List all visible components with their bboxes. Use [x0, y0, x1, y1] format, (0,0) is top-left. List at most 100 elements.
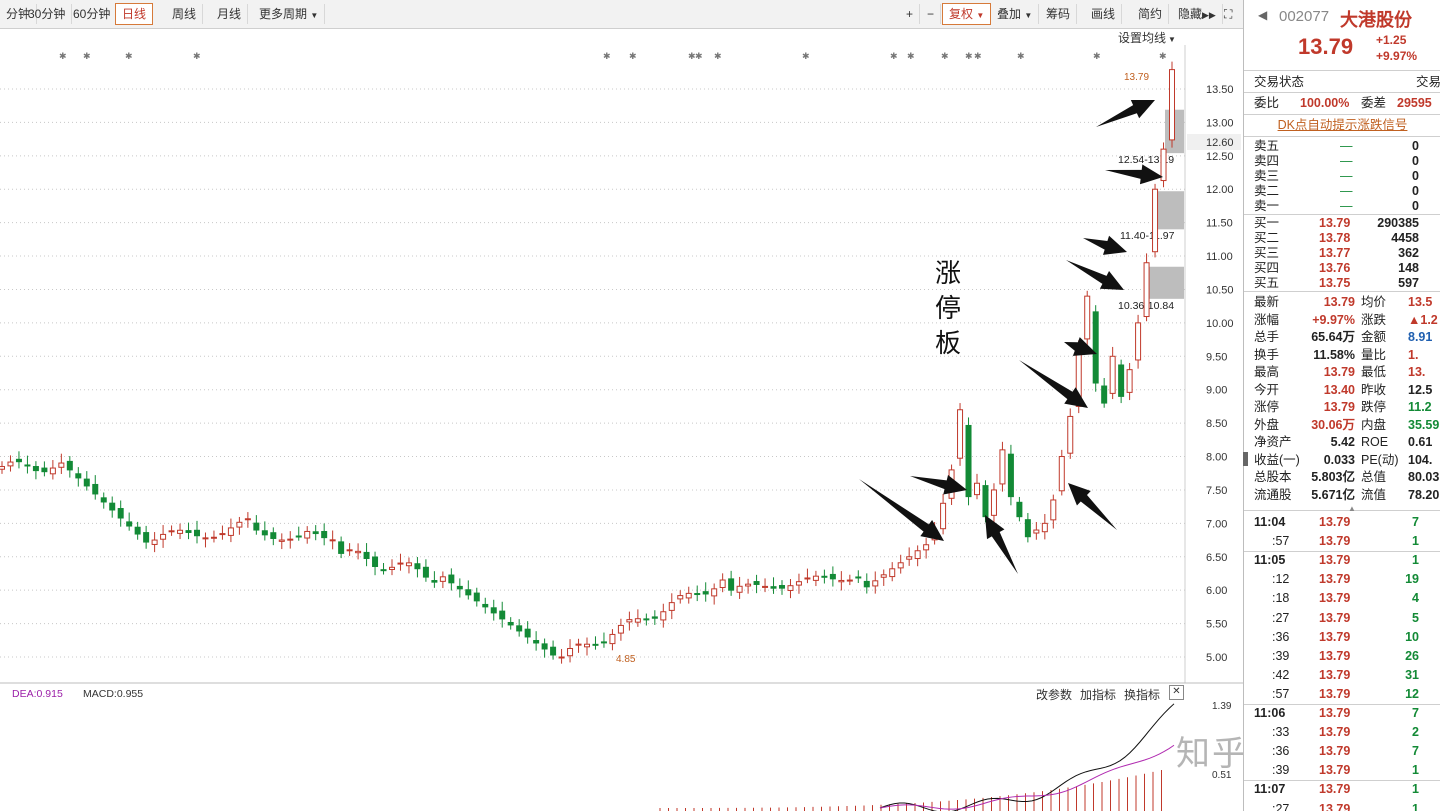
period-30min-button[interactable]: 30分钟 — [22, 4, 73, 24]
more-periods-label: 更多周期 — [259, 7, 308, 21]
event-marker: ✱ — [629, 51, 637, 61]
tick-time: :39 — [1272, 763, 1290, 778]
period-monthly-button[interactable]: 月线 — [211, 4, 249, 24]
ma-settings-button[interactable]: 设置均线 — [1118, 31, 1166, 45]
zoom-in-button[interactable]: + — [900, 4, 921, 24]
annotation-arrow — [1096, 100, 1155, 127]
order-book-volume: 4458 — [1391, 231, 1419, 245]
price-axis-tick: 13.00 — [1206, 117, 1234, 129]
chips-button[interactable]: 筹码 — [1040, 4, 1078, 24]
draw-line-button[interactable]: 画线 — [1085, 4, 1123, 24]
candle-body — [507, 621, 514, 626]
fullscreen-icon[interactable]: ⛶ — [1218, 4, 1238, 24]
event-marker: ✱ — [1017, 51, 1025, 61]
candle-body — [7, 461, 14, 467]
stat-label: 量比 — [1361, 347, 1387, 362]
order-book-volume: 0 — [1412, 154, 1419, 168]
stat-row: 总股本 5.803亿 总值 80.03 — [1244, 469, 1440, 486]
hide-panel-button[interactable]: 隐藏▶▶ — [1172, 4, 1223, 24]
candle-body — [957, 409, 964, 459]
event-marker: ✱ — [714, 51, 722, 61]
candle-body — [575, 643, 582, 646]
candle-body — [668, 602, 675, 611]
switch-indicator-button[interactable]: 换指标 — [1124, 686, 1160, 703]
tick-volume: 1 — [1412, 534, 1419, 549]
candle-body — [270, 532, 277, 539]
candle-body — [923, 544, 930, 551]
candle-body — [1058, 456, 1065, 492]
dk-signal-link[interactable]: DK点自动提示涨跌信号 — [1244, 117, 1440, 134]
candle-body — [338, 541, 345, 554]
order-book-label: 买五 — [1254, 276, 1280, 290]
candle-body — [1092, 311, 1099, 384]
overlay-dropdown[interactable]: 叠加 ▼ — [991, 4, 1040, 24]
candle-body — [541, 643, 548, 650]
stat-label: 流值 — [1361, 487, 1387, 502]
candle-body — [702, 591, 709, 595]
back-arrow-icon[interactable]: ◀ — [1258, 8, 1267, 22]
candle-body — [143, 532, 150, 543]
indicator-axis-mid: 0.51 — [1212, 770, 1232, 781]
candle-body — [58, 462, 65, 468]
candle-body — [1016, 501, 1023, 518]
candle-body — [1033, 529, 1040, 534]
close-icon[interactable]: ✕ — [1169, 685, 1184, 700]
stat-value: 65.64万 — [1311, 330, 1355, 344]
adjust-dropdown[interactable]: 复权 ▼ — [942, 3, 992, 25]
price-axis-tick: 10.00 — [1206, 318, 1234, 330]
candle-body — [804, 577, 811, 580]
high-price-label: 13.79 — [1124, 72, 1149, 83]
period-daily-button[interactable]: 日线 — [115, 3, 154, 25]
period-60min-button[interactable]: 60分钟 — [67, 4, 118, 24]
tick-price: 13.79 — [1319, 763, 1351, 778]
stat-label: 收益(一) — [1254, 452, 1300, 467]
candle-body — [872, 580, 879, 587]
zoom-out-button[interactable]: − — [921, 4, 942, 24]
candle-body — [363, 551, 370, 559]
stat-value: 35.59 — [1408, 417, 1440, 432]
edit-params-button[interactable]: 改参数 — [1036, 686, 1072, 703]
candle-body — [762, 585, 769, 588]
stat-label: 最新 — [1254, 295, 1280, 309]
simple-mode-button[interactable]: 简约 — [1132, 4, 1170, 24]
candle-body — [533, 640, 540, 644]
price-axis-tick: 8.00 — [1206, 452, 1227, 464]
tick-row: :57 13.79 1 — [1244, 533, 1440, 550]
candle-body — [1152, 188, 1159, 253]
tick-price: 13.79 — [1319, 648, 1351, 663]
weibi-row: 委比 100.00% 委差 29595 — [1244, 95, 1440, 112]
stat-label: 最低 — [1361, 365, 1387, 379]
divider — [1244, 92, 1440, 93]
candle-body — [567, 647, 574, 657]
price-axis-tick: 10.50 — [1206, 284, 1234, 296]
price-axis-tick: 13.50 — [1206, 84, 1234, 96]
tick-time: :39 — [1272, 648, 1290, 663]
order-book-label: 买三 — [1254, 246, 1280, 260]
tick-price: 13.79 — [1319, 553, 1351, 568]
order-book-price: — — [1340, 169, 1353, 183]
annotation-char-3: 板 — [935, 328, 961, 358]
candle-body — [278, 539, 285, 542]
order-book-price: 13.79 — [1319, 216, 1351, 230]
period-weekly-button[interactable]: 周线 — [166, 4, 204, 24]
order-book-volume: 0 — [1412, 169, 1419, 183]
tick-price: 13.79 — [1319, 629, 1351, 644]
tick-row: :36 13.79 7 — [1244, 743, 1440, 760]
candle-body — [600, 641, 607, 644]
candle-body — [524, 628, 531, 638]
candle-body — [787, 585, 794, 591]
more-periods-dropdown[interactable]: 更多周期 ▼ — [253, 4, 326, 24]
tick-volume: 19 — [1405, 572, 1419, 587]
candle-body — [609, 633, 616, 645]
chevron-up-icon[interactable]: ▲ — [1348, 504, 1356, 513]
candle-body — [1143, 262, 1150, 318]
candle-body — [1050, 499, 1057, 521]
trade-status-right: 交易 — [1415, 75, 1440, 89]
add-indicator-button[interactable]: 加指标 — [1080, 686, 1116, 703]
stat-label: PE(动) — [1361, 452, 1399, 467]
panel-collapse-handle[interactable] — [1243, 452, 1248, 466]
price-axis-tick: 9.00 — [1206, 385, 1227, 397]
tick-price: 13.79 — [1319, 801, 1351, 811]
stat-value: 13.5 — [1408, 295, 1433, 309]
stat-value: 13.79 — [1323, 295, 1355, 309]
